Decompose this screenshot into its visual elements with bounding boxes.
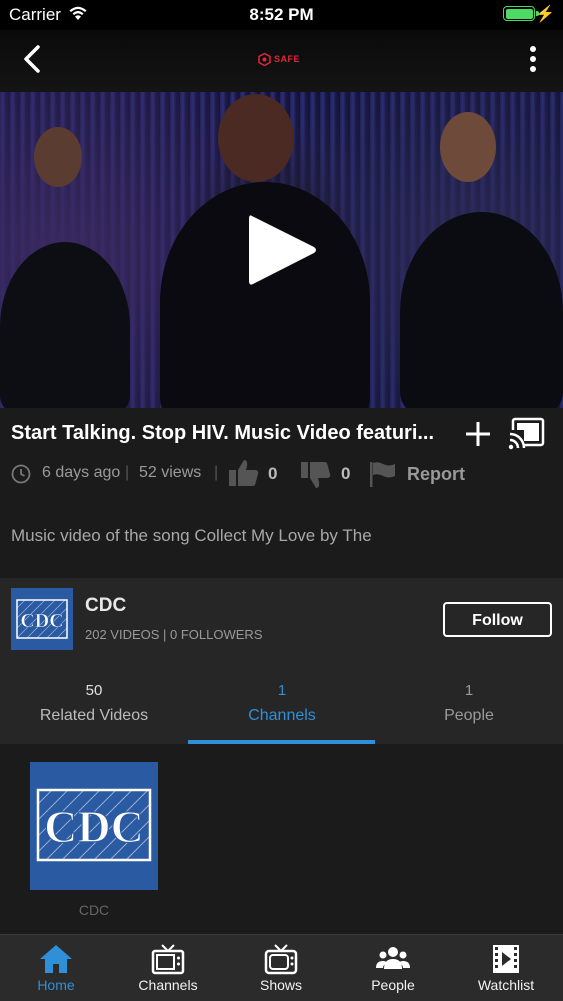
tabbar-label: People [371,977,415,993]
tabbar-label: Channels [138,977,198,993]
channel-card[interactable]: CDC CDC 202 VIDEOS | 0 FOLLOWERS Follow [0,578,563,662]
view-count: 52 views [139,464,202,481]
cdc-logo-icon: CDC [36,788,152,862]
video-meta-row: 6 days ago | 52 views | 0 0 Report [0,456,563,492]
channel-tile-label: CDC [78,902,110,918]
battery-icon [503,6,535,21]
meta-divider: | [125,464,130,481]
video-figure-center-head [218,94,294,182]
film-play-icon [493,945,519,973]
tabbar-people[interactable]: People [337,935,449,1001]
status-bar: Carrier 8:52 PM ⚡ [0,0,563,30]
tab-label: Channels [248,707,316,724]
video-figure-right [400,212,563,408]
tab-count: 1 [277,682,287,699]
channel-name[interactable]: CDC [85,595,126,617]
thumbs-up-icon[interactable] [228,458,260,488]
cast-icon[interactable] [508,416,546,450]
like-count: 0 [268,464,278,483]
channel-stats: 202 VIDEOS | 0 FOLLOWERS [85,627,263,642]
tv-icon [264,944,298,975]
dislike-count: 0 [341,464,351,483]
tab-label: People [444,707,494,724]
meta-divider: | [214,464,219,481]
tv-icon [151,944,185,975]
video-player[interactable] [0,92,563,408]
chevron-left-icon[interactable] [18,42,48,76]
tabbar-home[interactable]: Home [0,935,112,1001]
clock-icon [11,464,31,484]
cdc-logo-icon: CDC [16,599,68,639]
cdc-logo-text: CDC [44,801,144,852]
logo-mark-icon [258,52,271,66]
tabbar-shows[interactable]: Shows [225,935,337,1001]
status-time: 8:52 PM [249,5,314,24]
tab-count: 1 [464,682,474,699]
video-title-row: Start Talking. Stop HIV. Music Video fea… [0,408,563,460]
flag-icon[interactable] [368,460,398,488]
video-figure-right-head [440,112,496,182]
tab-label: Related Videos [39,707,149,724]
add-to-watchlist-icon[interactable] [462,418,494,450]
app-logo: SAFE [258,50,300,68]
play-icon[interactable] [246,212,318,288]
tab-channels[interactable]: 1 Channels [188,662,376,744]
tab-count: 50 [85,682,103,699]
video-figure-left-head [34,127,82,187]
channels-grid: CDC CDC [0,744,563,934]
people-icon [376,947,410,969]
video-description: Music video of the song Collect My Love … [11,526,372,545]
video-figure-left [0,242,130,408]
nav-bar: SAFE [0,30,563,92]
bottom-tab-bar: Home Channels Shows People Watchlist [0,934,563,1001]
follow-button[interactable]: Follow [443,602,552,637]
cdc-logo-text: CDC [20,610,63,632]
tabbar-watchlist[interactable]: Watchlist [450,935,562,1001]
tab-related-videos[interactable]: 50 Related Videos [0,662,188,744]
home-icon [40,945,72,973]
tabbar-label: Home [37,977,75,993]
thumbs-down-icon[interactable] [300,460,332,490]
logo-text: SAFE [274,54,301,64]
video-title: Start Talking. Stop HIV. Music Video fea… [11,422,435,444]
tabbar-label: Shows [259,977,303,993]
charging-icon: ⚡ [535,6,555,23]
tabbar-label: Watchlist [477,977,535,993]
posted-time: 6 days ago [42,464,121,481]
channel-avatar[interactable]: CDC [11,588,73,650]
channel-tile[interactable]: CDC [30,762,158,890]
tab-people[interactable]: 1 People [375,662,563,744]
report-button[interactable]: Report [407,464,465,485]
more-vertical-icon[interactable] [525,44,541,74]
content-tabs: 50 Related Videos 1 Channels 1 People [0,662,563,744]
tabbar-channels[interactable]: Channels [112,935,224,1001]
